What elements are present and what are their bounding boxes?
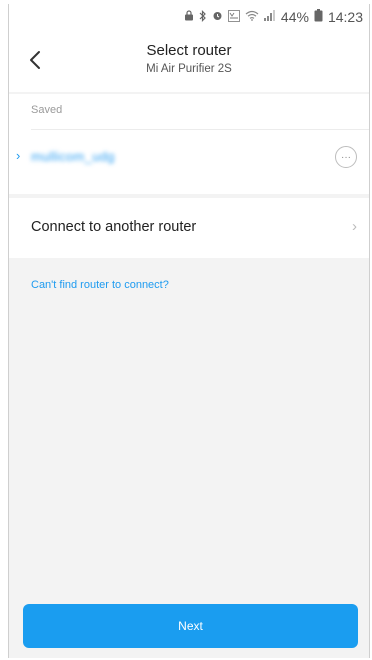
selected-chevron-icon: › [16,148,21,163]
saved-section-label: Saved [31,104,63,116]
battery-percent: 44% [280,9,309,25]
app-frame: 44% 14:23 Select router Mi Air Purifier … [8,4,370,658]
volte-icon [228,9,240,25]
chevron-right-icon: › [352,218,357,235]
cant-find-router-link[interactable]: Can't find router to connect? [31,279,169,291]
alarm-icon [212,10,223,24]
page-title: Select router [146,42,232,59]
saved-network-row[interactable]: › mullicom_udg ··· [9,130,369,188]
battery-icon [314,9,323,25]
saved-network-name: mullicom_udg [31,149,115,164]
saved-networks-section: Saved › mullicom_udg ··· [9,94,369,194]
status-bar: 44% 14:23 [9,4,369,30]
header: Select router Mi Air Purifier 2S [9,30,369,92]
ellipsis-icon: ··· [341,151,351,163]
lock-icon [184,10,194,24]
wifi-icon [245,10,259,24]
clock-time: 14:23 [327,9,363,25]
signal-icon [263,10,276,24]
connect-another-router-label: Connect to another router [31,219,197,235]
connect-another-router-row[interactable]: Connect to another router › [9,198,369,258]
more-options-button[interactable]: ··· [335,146,357,168]
bluetooth-icon [199,9,207,25]
page-subtitle: Mi Air Purifier 2S [146,63,232,75]
next-button[interactable]: Next [23,604,358,648]
